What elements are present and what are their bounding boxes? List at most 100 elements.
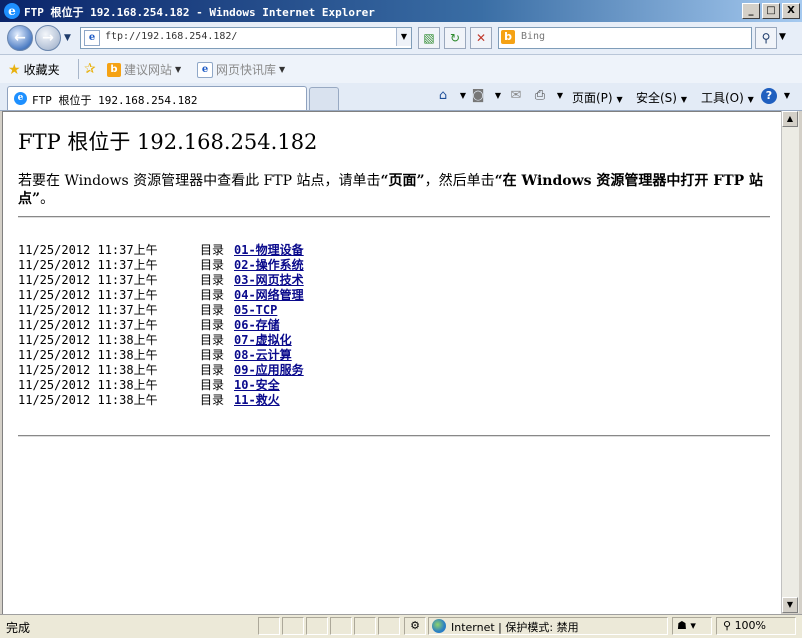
directory-link[interactable]: 10-安全 <box>234 378 280 393</box>
entry-timestamp: 11/25/2012 11:38上午 <box>18 348 158 362</box>
favorites-button[interactable]: ★ 收藏夹 <box>8 61 60 78</box>
page-title: FTP 根位于 192.168.254.182 <box>18 130 318 154</box>
search-input[interactable]: Bing <box>521 31 545 42</box>
list-item: 11/25/2012 11:37上午 目录 02-操作系统 <box>18 258 304 273</box>
compatibility-view-icon[interactable]: ▧ <box>418 27 440 49</box>
chevron-down-icon: ▼ <box>680 95 687 104</box>
suggested-sites-button[interactable]: b 建议网站 ▼ <box>107 61 181 78</box>
entry-type: 目录 <box>200 303 225 317</box>
entry-timestamp: 11/25/2012 11:38上午 <box>18 333 158 347</box>
address-url[interactable]: ftp://192.168.254.182/ <box>105 31 237 42</box>
home-dropdown-icon[interactable]: ▼ <box>455 88 471 104</box>
zoom-control[interactable]: ⚲ 100% <box>716 617 796 635</box>
search-box[interactable]: b Bing <box>498 27 752 49</box>
address-dropdown-icon[interactable]: ▼ <box>396 28 411 46</box>
directory-link[interactable]: 02-操作系统 <box>234 258 304 273</box>
scroll-down-icon[interactable]: ▼ <box>782 597 798 613</box>
window-title: FTP 根位于 192.168.254.182 - Windows Intern… <box>24 6 375 19</box>
forward-button[interactable]: → <box>35 25 61 51</box>
list-item: 11/25/2012 11:38上午 目录 09-应用服务 <box>18 363 304 378</box>
security-zone[interactable]: Internet | 保护模式: 禁用 <box>428 617 668 635</box>
status-cell <box>330 617 352 635</box>
status-cell <box>306 617 328 635</box>
recent-pages-dropdown-icon[interactable]: ▼ <box>64 33 71 43</box>
close-button[interactable]: X <box>782 3 800 19</box>
tab-page-icon: e <box>14 92 27 105</box>
vertical-scrollbar[interactable]: ▲ ▼ <box>781 111 799 613</box>
mail-icon[interactable]: ✉ <box>508 88 524 104</box>
entry-timestamp: 11/25/2012 11:38上午 <box>18 363 158 377</box>
entry-timestamp: 11/25/2012 11:37上午 <box>18 288 158 302</box>
entry-timestamp: 11/25/2012 11:38上午 <box>18 378 158 392</box>
directory-link[interactable]: 08-云计算 <box>234 348 292 363</box>
list-item: 11/25/2012 11:37上午 目录 03-网页技术 <box>18 273 304 288</box>
navigation-bar: ← → ▼ e ftp://192.168.254.182/ ▼ ▧ ↻ ✕ b… <box>0 22 802 55</box>
entry-timestamp: 11/25/2012 11:37上午 <box>18 318 158 332</box>
back-button[interactable]: ← <box>7 25 33 51</box>
zoom-level: 100% <box>734 619 767 632</box>
entry-type: 目录 <box>200 288 225 302</box>
directory-link[interactable]: 04-网络管理 <box>234 288 304 303</box>
print-icon[interactable]: ⎙ <box>532 88 548 104</box>
tab-and-command-bar: e FTP 根位于 192.168.254.182 ⌂ ▼ ◙ ▼ ✉ ⎙ ▼ … <box>0 83 802 111</box>
feeds-icon[interactable]: ◙ <box>470 88 486 104</box>
directory-link[interactable]: 01-物理设备 <box>234 243 304 258</box>
bing-icon: b <box>501 30 515 44</box>
directory-link[interactable]: 05-TCP <box>234 303 277 318</box>
window-controls: _ □ X <box>742 3 800 19</box>
intro-middle: ，然后单击 <box>424 173 495 189</box>
stop-icon[interactable]: ✕ <box>470 27 492 49</box>
page-icon: e <box>84 30 100 46</box>
directory-link[interactable]: 07-虚拟化 <box>234 333 292 348</box>
intro-text: 若要在 Windows 资源管理器中查看此 FTP 站点，请单击“页面”，然后单… <box>18 172 770 208</box>
list-item: 11/25/2012 11:37上午 目录 04-网络管理 <box>18 288 304 303</box>
list-item: 11/25/2012 11:37上午 目录 06-存储 <box>18 318 304 333</box>
status-cell <box>378 617 400 635</box>
new-tab-button[interactable] <box>309 87 339 110</box>
entry-type: 目录 <box>200 378 225 392</box>
zoom-icon: ⚲ <box>723 619 732 632</box>
list-item: 11/25/2012 11:38上午 目录 07-虚拟化 <box>18 333 304 348</box>
feeds-dropdown-icon[interactable]: ▼ <box>490 88 506 104</box>
help-icon[interactable]: ? <box>761 88 777 104</box>
status-text: 完成 <box>6 621 31 635</box>
directory-link[interactable]: 03-网页技术 <box>234 273 304 288</box>
page-content: FTP 根位于 192.168.254.182 若要在 Windows 资源管理… <box>2 111 781 614</box>
page-menu-button[interactable]: 页面(P) ▼ <box>572 89 623 106</box>
print-dropdown-icon[interactable]: ▼ <box>552 88 568 104</box>
search-icon[interactable]: ⚲ <box>755 27 777 49</box>
minimize-button[interactable]: _ <box>742 3 760 19</box>
entry-timestamp: 11/25/2012 11:37上午 <box>18 273 158 287</box>
suggested-sites-label: 建议网站 <box>124 63 173 77</box>
intro-suffix: 。 <box>40 191 55 207</box>
list-item: 11/25/2012 11:38上午 目录 11-救火 <box>18 393 304 408</box>
protected-mode-icon[interactable]: ☗ ▾ <box>672 617 712 635</box>
help-dropdown-icon[interactable]: ▼ <box>779 88 795 104</box>
home-icon[interactable]: ⌂ <box>435 88 451 104</box>
list-item: 11/25/2012 11:38上午 目录 08-云计算 <box>18 348 304 363</box>
suggested-sites-icon: b <box>107 62 121 77</box>
safety-menu-button[interactable]: 安全(S) ▼ <box>636 89 687 106</box>
web-slice-gallery-button[interactable]: e 网页快讯库 ▼ <box>197 61 285 78</box>
add-favorite-star-icon: ✰ <box>84 61 96 77</box>
directory-link[interactable]: 06-存储 <box>234 318 280 333</box>
directory-link[interactable]: 11-救火 <box>234 393 280 408</box>
entry-timestamp: 11/25/2012 11:37上午 <box>18 303 158 317</box>
popup-blocker-icon[interactable]: ⚙ <box>404 617 426 635</box>
favorites-divider <box>78 59 79 79</box>
add-to-favorites-bar-button[interactable]: ✰ <box>84 61 96 77</box>
tab-label: FTP 根位于 192.168.254.182 <box>32 94 198 107</box>
directory-link[interactable]: 09-应用服务 <box>234 363 304 378</box>
status-cell <box>354 617 376 635</box>
star-icon: ★ <box>8 61 21 78</box>
scroll-up-icon[interactable]: ▲ <box>782 111 798 127</box>
search-options-dropdown-icon[interactable]: ▼ <box>779 32 786 42</box>
maximize-button[interactable]: □ <box>762 3 780 19</box>
status-bar: 完成 ⚙ Internet | 保护模式: 禁用 ☗ ▾ ⚲ 100% <box>0 614 802 638</box>
address-bar[interactable]: e ftp://192.168.254.182/ ▼ <box>80 27 412 49</box>
zone-text: Internet | 保护模式: 禁用 <box>451 621 579 634</box>
tab-ftp[interactable]: e FTP 根位于 192.168.254.182 <box>7 86 307 110</box>
refresh-icon[interactable]: ↻ <box>444 27 466 49</box>
list-item: 11/25/2012 11:37上午 目录 01-物理设备 <box>18 243 304 258</box>
tools-menu-button[interactable]: 工具(O) ▼ <box>701 89 754 106</box>
